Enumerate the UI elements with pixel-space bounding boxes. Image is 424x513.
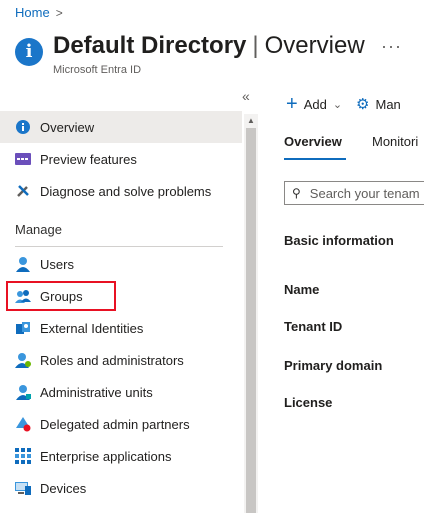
chevron-down-icon[interactable]: ⌄	[333, 98, 342, 111]
roles-icon	[15, 352, 31, 368]
section-label-manage: Manage	[15, 222, 62, 237]
search-placeholder: Search your tenam	[309, 185, 420, 201]
preview-features-icon	[15, 151, 31, 167]
more-options-button[interactable]: ···	[381, 36, 402, 57]
manage-button[interactable]: Man	[376, 97, 401, 112]
sidebar-item-diagnose[interactable]: Diagnose and solve problems	[0, 175, 242, 207]
sidebar-item-label: External Identities	[40, 320, 144, 336]
page-title-section: Overview	[264, 32, 365, 59]
sidebar-item-preview-features[interactable]: Preview features	[0, 143, 242, 175]
sidebar-item-label: Preview features	[40, 151, 137, 167]
scroll-up-icon[interactable]: ▲	[247, 116, 255, 125]
gear-icon[interactable]: ⚙	[356, 95, 369, 113]
field-label-license: License	[284, 395, 333, 410]
sidebar-item-label: Delegated admin partners	[40, 416, 190, 432]
user-icon	[15, 256, 31, 272]
add-icon[interactable]: +	[286, 94, 298, 114]
sidebar-item-users[interactable]: Users	[0, 248, 242, 280]
section-title-basic-information: Basic information	[284, 233, 394, 248]
page-title-main: Default Directory	[53, 32, 247, 59]
sidebar-item-administrative-units[interactable]: Administrative units	[0, 376, 242, 408]
sidebar-scrollbar[interactable]: ▲	[244, 114, 258, 513]
page-title-separator: |	[252, 32, 259, 59]
delegated-partners-icon	[15, 416, 31, 432]
breadcrumb-separator: >	[55, 5, 63, 20]
field-label-tenant-id: Tenant ID	[284, 319, 343, 334]
tab-overview[interactable]: Overview	[284, 134, 342, 149]
tab-active-indicator	[284, 158, 346, 160]
section-divider	[15, 246, 223, 247]
sidebar-item-label: Users	[40, 256, 74, 272]
breadcrumb-home-link[interactable]: Home	[15, 5, 50, 20]
add-button[interactable]: Add	[304, 97, 327, 112]
sidebar-item-label: Administrative units	[40, 384, 153, 400]
sidebar-item-label: Devices	[40, 480, 87, 496]
wrench-icon	[15, 183, 31, 199]
sidebar-item-label: Overview	[40, 119, 95, 135]
sidebar-item-roles[interactable]: Roles and administrators	[0, 344, 242, 376]
field-label-primary-domain: Primary domain	[284, 358, 383, 373]
sidebar-item-delegated-admin-partners[interactable]: Delegated admin partners	[0, 408, 242, 440]
breadcrumb: Home >	[15, 5, 63, 20]
field-label-name: Name	[284, 282, 320, 297]
info-icon: i	[15, 38, 43, 66]
sidebar-item-label: Diagnose and solve problems	[40, 183, 212, 199]
external-identities-icon	[15, 320, 31, 336]
search-input[interactable]: ⚲ Search your tenam	[284, 181, 424, 205]
sidebar-item-external-identities[interactable]: External Identities	[0, 312, 242, 344]
search-icon: ⚲	[292, 186, 301, 200]
collapse-sidebar-icon[interactable]: «	[242, 88, 250, 104]
sidebar-item-label: Roles and administrators	[40, 352, 184, 368]
page-subtitle: Microsoft Entra ID	[53, 64, 142, 76]
sidebar: Overview Preview features Diagnose and s…	[0, 110, 242, 513]
enterprise-apps-icon	[15, 448, 31, 464]
info-icon-glyph: i	[25, 41, 33, 62]
info-icon	[15, 119, 31, 135]
devices-icon	[15, 480, 31, 496]
administrative-units-icon	[15, 384, 31, 400]
sidebar-item-label: Enterprise applications	[40, 448, 172, 464]
page-title: Default Directory | Overview	[53, 32, 365, 60]
groups-highlight-box	[6, 281, 116, 311]
scrollbar-thumb[interactable]	[246, 128, 256, 513]
tab-monitoring[interactable]: Monitori	[372, 134, 418, 149]
sidebar-item-devices[interactable]: Devices	[0, 472, 242, 504]
command-bar: + Add ⌄ ⚙ Man	[286, 94, 401, 114]
sidebar-item-enterprise-applications[interactable]: Enterprise applications	[0, 440, 242, 472]
sidebar-item-overview[interactable]: Overview	[0, 111, 242, 143]
